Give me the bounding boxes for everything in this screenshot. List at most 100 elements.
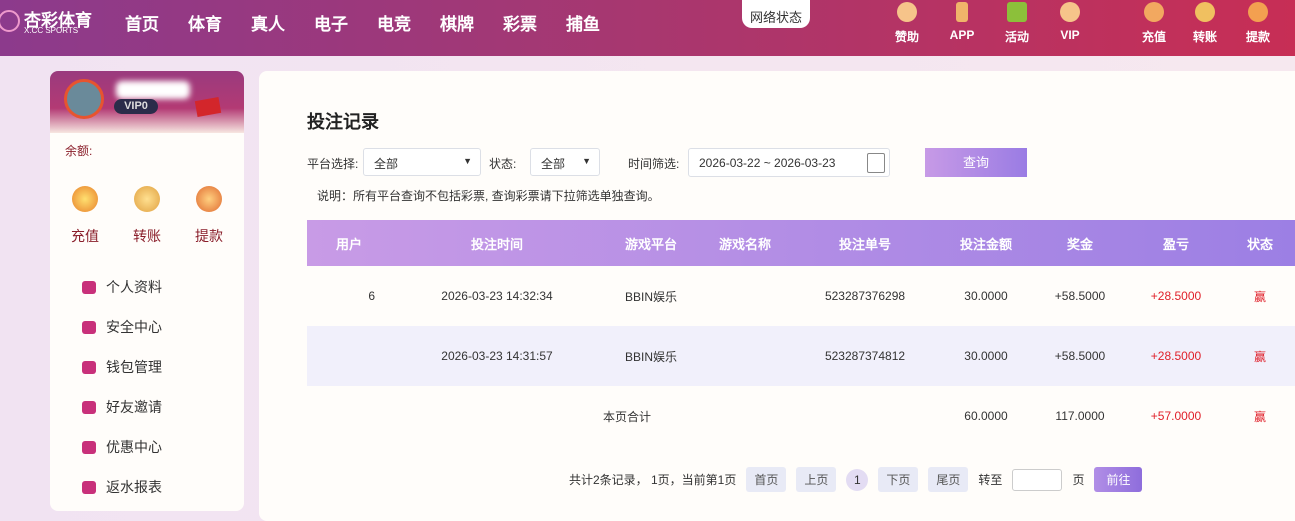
avatar[interactable] [64, 79, 104, 119]
pagination: 共计2条记录， 1页，当前第1页 首页 上页 1 下页 尾页 转至 页 前往 [569, 467, 1143, 492]
page-title: 投注记录 [307, 112, 379, 132]
nav-live[interactable]: 真人 [251, 10, 314, 35]
col-status: 状态 [1246, 236, 1273, 252]
note-text: 说明：所有平台查询不包括彩票, 查询彩票请下拉筛选单独查询。 [317, 189, 660, 203]
cell-profit: +28.5000 [1150, 349, 1202, 363]
first-page-button[interactable]: 首页 [746, 467, 787, 492]
bet-records-table: 用户 投注时间 游戏平台 游戏名称 投注单号 投注金额 奖金 盈亏 状态 6 2… [307, 220, 1295, 446]
transfer-label: 转账 [1192, 30, 1217, 44]
app-button[interactable]: APP [942, 0, 982, 42]
status-label: 状态: [489, 157, 517, 171]
sidebar-item-security[interactable]: 安全中心 [82, 307, 162, 347]
sidebar-item-rebate[interactable]: 返水报表 [82, 467, 162, 507]
cell-profit: +28.5000 [1150, 289, 1202, 303]
menu-label: 钱包管理 [106, 359, 162, 375]
menu-label: 安全中心 [106, 319, 162, 335]
cell-platform: BBIN娱乐 [624, 289, 677, 304]
sidebar-item-invite[interactable]: 好友邀请 [82, 387, 162, 427]
gold-fish-icon [1195, 2, 1215, 22]
platform-value: 全部 [374, 157, 399, 171]
pagination-summary: 共计2条记录， 1页，当前第1页 [569, 473, 737, 487]
nav-lottery[interactable]: 彩票 [503, 10, 566, 35]
last-page-button[interactable]: 尾页 [928, 467, 969, 492]
transfer-label: 转账 [133, 228, 161, 244]
menu-label: 好友邀请 [106, 399, 162, 415]
cell-status: 赢 [1253, 289, 1266, 304]
next-page-button[interactable]: 下页 [878, 467, 919, 492]
go-button[interactable]: 前往 [1094, 467, 1143, 492]
nav-fishing[interactable]: 捕鱼 [566, 10, 629, 35]
vip-label: VIP [1060, 28, 1080, 42]
sidebar-deposit[interactable]: 充值 [60, 186, 110, 246]
goto-label: 转至 [978, 473, 1003, 487]
prev-page-button[interactable]: 上页 [796, 467, 837, 492]
menu-label: 个人资料 [106, 279, 162, 295]
nav-slots[interactable]: 电子 [314, 10, 377, 35]
cell-amount: 30.0000 [964, 349, 1008, 363]
id-card-icon [82, 280, 96, 294]
sidebar-menu: 个人资料 安全中心 钱包管理 好友邀请 优惠中心 返水报表 [82, 267, 162, 507]
status-select[interactable]: 全部 ▼ [530, 148, 600, 176]
deposit-button[interactable]: 充值 [1134, 0, 1174, 45]
col-order: 投注单号 [838, 236, 891, 252]
calendar-icon[interactable] [867, 153, 885, 173]
heart-handshake-icon [897, 2, 917, 22]
vip-button[interactable]: VIP [1050, 0, 1090, 42]
nav-cards[interactable]: 棋牌 [440, 10, 503, 35]
sidebar-item-promotions[interactable]: 优惠中心 [82, 427, 162, 467]
platform-label: 平台选择: [307, 157, 359, 171]
nav-esports[interactable]: 电竞 [377, 10, 440, 35]
diamond-icon [1060, 2, 1080, 22]
col-amount: 投注金额 [959, 236, 1012, 252]
wallet-icon [82, 360, 96, 374]
table-row: 6 2026-03-23 14:32:34 BBIN娱乐 52328737629… [307, 266, 1295, 326]
gift-icon [1007, 2, 1027, 22]
current-page[interactable]: 1 [846, 468, 869, 491]
transfer-button[interactable]: 转账 [1185, 0, 1225, 45]
cell-platform: BBIN娱乐 [624, 349, 677, 364]
total-amount: 60.0000 [964, 409, 1008, 423]
col-bonus: 奖金 [1066, 236, 1093, 252]
main-nav: 首页 体育 真人 电子 电竞 棋牌 彩票 捕鱼 [125, 10, 629, 35]
col-time: 投注时间 [470, 236, 523, 252]
money-bag-icon [1144, 2, 1164, 22]
col-platform: 游戏平台 [624, 236, 677, 252]
cell-bonus: +58.5000 [1054, 289, 1106, 303]
sponsor-button[interactable]: 赞助 [887, 0, 927, 45]
sidebar-withdraw[interactable]: 提款 [184, 186, 234, 246]
goto-page-input[interactable] [1012, 468, 1063, 491]
nav-home[interactable]: 首页 [125, 10, 188, 35]
logo-emblem-icon [0, 10, 20, 32]
report-icon [82, 480, 96, 494]
nav-sports[interactable]: 体育 [188, 10, 251, 35]
coupon-icon [82, 440, 96, 454]
query-button[interactable]: 查询 [925, 148, 1027, 177]
platform-select[interactable]: 全部 ▼ [363, 148, 481, 176]
top-header: 杏彩体育 X.CC SPORTS 首页 体育 真人 电子 电竞 棋牌 彩票 捕鱼… [0, 0, 1295, 56]
status-value: 全部 [541, 157, 566, 171]
sidebar-item-wallet[interactable]: 钱包管理 [82, 347, 162, 387]
page-unit-label: 页 [1072, 473, 1085, 487]
col-user: 用户 [335, 236, 362, 252]
caret-down-icon: ▼ [582, 156, 591, 166]
total-profit: +57.0000 [1150, 409, 1202, 423]
sidebar-transfer[interactable]: 转账 [122, 186, 172, 246]
withdraw-button[interactable]: 提款 [1238, 0, 1278, 45]
total-bonus: 117.0000 [1055, 409, 1105, 423]
network-status-button[interactable]: 网络状态 [742, 0, 810, 28]
cell-bonus: +58.5000 [1054, 349, 1106, 363]
caret-down-icon: ▼ [463, 156, 472, 166]
activity-button[interactable]: 活动 [997, 0, 1037, 45]
cell-time: 2026-03-23 14:32:34 [441, 289, 553, 303]
total-label: 本页合计 [603, 409, 652, 424]
sidebar-item-profile[interactable]: 个人资料 [82, 267, 162, 307]
username-masked [116, 81, 190, 99]
date-range-input[interactable]: 2026-03-22 ~ 2026-03-23 [688, 148, 890, 177]
app-label: APP [949, 28, 975, 42]
money-bag-icon [72, 186, 98, 212]
sponsor-label: 赞助 [894, 30, 919, 44]
date-range-value: 2026-03-22 ~ 2026-03-23 [699, 156, 836, 170]
total-status: 赢 [1253, 409, 1266, 424]
gold-fish-icon [134, 186, 160, 212]
user-sidebar: VIP0 余额: 充值 转账 提款 个人资料 安全中心 钱包管理 好友邀请 优惠… [50, 71, 244, 511]
